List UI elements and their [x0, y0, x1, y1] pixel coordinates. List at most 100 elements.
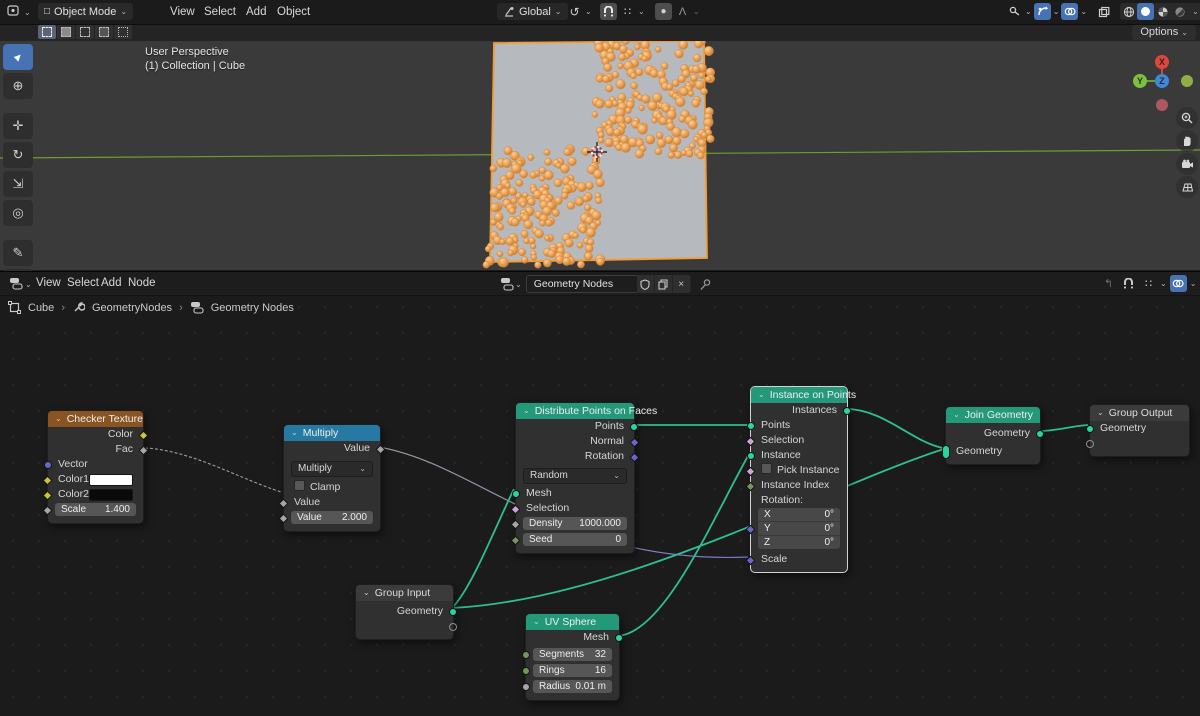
rings-field[interactable]: Rings 16 [533, 664, 612, 677]
socket-radius-in[interactable] [522, 683, 530, 691]
node-instance-on-points[interactable]: ⌄ Instance on Points Instances Points Sel… [745, 386, 856, 573]
node-group-input[interactable]: ⌄ Group Input Geometry [355, 584, 457, 640]
socket-instances-out[interactable] [843, 407, 851, 415]
node-group-output[interactable]: ⌄ Group Output Geometry [1086, 404, 1190, 457]
segments-field[interactable]: Segments 32 [533, 648, 612, 661]
socket-points-out[interactable] [630, 423, 638, 431]
socket-rings-in[interactable] [522, 667, 530, 675]
breadcrumb-modifier[interactable]: GeometryNodes [92, 302, 172, 314]
node-menu-add[interactable]: Add [101, 272, 121, 295]
color2-swatch[interactable] [88, 488, 133, 501]
rotation-x-field[interactable]: X 0° [758, 508, 840, 522]
socket-virtual-out[interactable] [449, 623, 457, 631]
input-instance[interactable]: Instance [747, 448, 847, 463]
rotation-z-field[interactable]: Z 0° [758, 536, 840, 549]
fake-user-button[interactable] [636, 275, 655, 293]
input-density[interactable]: Density 1000.000 [510, 516, 634, 532]
node-header[interactable]: ⌄ Join Geometry [946, 407, 1040, 423]
editor-type-chevron[interactable]: ⌄ [24, 8, 31, 17]
shading-solid-button[interactable] [1137, 3, 1155, 20]
input-seed[interactable]: Seed 0 [510, 532, 634, 548]
socket-instance-in[interactable] [747, 452, 755, 460]
node-menu-node[interactable]: Node [128, 272, 156, 295]
snap-with-icon[interactable]: ∷ [619, 3, 636, 20]
output-value[interactable]: Value [284, 441, 386, 456]
input-geometry[interactable]: Geometry [942, 444, 1040, 459]
falloff-curve-dropdown[interactable]: Λ [674, 3, 691, 20]
shading-material-button[interactable] [1154, 3, 1171, 20]
rotation-z-row[interactable]: Z 0° [751, 536, 847, 550]
density-field[interactable]: Density 1000.000 [523, 517, 627, 530]
output-mesh[interactable]: Mesh [526, 630, 623, 645]
socket-geometry-in[interactable] [1086, 425, 1094, 433]
new-copy-button[interactable] [654, 275, 673, 293]
node-join-geometry[interactable]: ⌄ Join Geometry Geometry Geometry [942, 406, 1044, 465]
input-scale[interactable]: Scale [745, 552, 847, 567]
socket-geometry-out[interactable] [1036, 430, 1044, 438]
input-mesh[interactable]: Mesh [512, 486, 634, 501]
virtual-output[interactable] [356, 619, 457, 634]
options-dropdown[interactable]: Options ⌄ [1132, 25, 1196, 40]
rotation-x-row[interactable]: X 0° [745, 508, 847, 535]
breadcrumb-tree[interactable]: Geometry Nodes [211, 302, 294, 314]
node-uv-sphere[interactable]: ⌄ UV Sphere Mesh Segments 32 Rings 16 Radiu… [522, 613, 623, 701]
select-mode-invert[interactable] [95, 25, 113, 39]
value-field[interactable]: Value 2.000 [291, 511, 373, 524]
node-header[interactable]: ⌄ Instance on Points [751, 387, 856, 403]
clamp-checkbox[interactable] [294, 480, 305, 491]
node-overlays-toggle[interactable] [1169, 275, 1187, 292]
input-selection[interactable]: Selection [510, 501, 634, 516]
unlink-button[interactable]: × [672, 275, 691, 293]
node-menu-select[interactable]: Select [67, 272, 99, 295]
input-color1[interactable]: Color1 [42, 472, 143, 487]
input-value[interactable]: Value [278, 495, 380, 510]
menu-add[interactable]: Add [246, 0, 266, 24]
menu-object[interactable]: Object [277, 0, 310, 24]
select-mode-new[interactable] [38, 25, 56, 39]
show-overlays-toggle[interactable] [1061, 3, 1079, 20]
select-mode-subtract[interactable] [76, 25, 94, 39]
input-value2[interactable]: Value 2.000 [278, 510, 380, 526]
snap-target-dropdown[interactable]: ∷ [1140, 275, 1157, 292]
input-selection[interactable]: Selection [745, 433, 847, 448]
select-mode-intersect[interactable] [114, 25, 132, 39]
editor-type-chevron[interactable]: ⌄ [25, 280, 32, 289]
output-points[interactable]: Points [516, 419, 638, 434]
socket-points-in[interactable] [747, 422, 755, 430]
shading-dropdown-chevron[interactable]: ⌄ [1188, 7, 1200, 16]
breadcrumb-object[interactable]: Cube [28, 302, 54, 314]
rotation-y-field[interactable]: Y 0° [758, 522, 840, 536]
select-mode-extend[interactable] [57, 25, 75, 39]
input-pick-instance[interactable]: Pick Instance [745, 463, 847, 478]
socket-virtual-in[interactable] [1086, 440, 1094, 448]
pick-instance-checkbox[interactable] [761, 463, 772, 474]
output-fac[interactable]: Fac [48, 442, 149, 457]
node-header[interactable]: ⌄ Checker Texture [48, 411, 143, 427]
node-header[interactable]: ⌄ UV Sphere [526, 614, 619, 630]
mode-dropdown[interactable]: □ Object Mode ⌄ [38, 3, 134, 20]
collapse-icon[interactable]: ⌄ [523, 403, 530, 419]
seed-field[interactable]: Seed 0 [523, 533, 627, 546]
collapse-icon[interactable]: ⌄ [363, 585, 370, 601]
node-header[interactable]: ⌄ Multiply [284, 425, 380, 441]
node-header[interactable]: ⌄ Group Output [1090, 405, 1189, 421]
socket-geometry-out[interactable] [449, 608, 457, 616]
node-editor-type-button[interactable] [8, 276, 24, 291]
socket-mesh-out[interactable] [615, 634, 623, 642]
node-snap-toggle[interactable] [1120, 275, 1137, 292]
pin-icon[interactable] [699, 278, 712, 291]
editor-type-button[interactable] [6, 3, 22, 19]
node-multiply[interactable]: ⌄ Multiply Value Multiply ⌄ Clamp Value Va… [278, 424, 386, 532]
input-vector[interactable]: Vector [44, 457, 143, 472]
socket-geometry-multi-in[interactable] [942, 445, 950, 459]
rotation-y-row[interactable]: Y 0° [751, 522, 847, 536]
collapse-icon[interactable]: ⌄ [55, 411, 62, 427]
show-gizmo-toggle[interactable] [1033, 3, 1051, 20]
shading-wireframe-button[interactable] [1120, 3, 1137, 20]
node-header[interactable]: ⌄ Group Input [356, 585, 453, 601]
input-segments[interactable]: Segments 32 [522, 647, 619, 663]
proportional-editing-toggle[interactable]: ● [655, 3, 672, 20]
collapse-icon[interactable]: ⌄ [291, 425, 298, 441]
output-rotation[interactable]: Rotation [516, 449, 640, 464]
socket-mesh-in[interactable] [512, 490, 520, 498]
